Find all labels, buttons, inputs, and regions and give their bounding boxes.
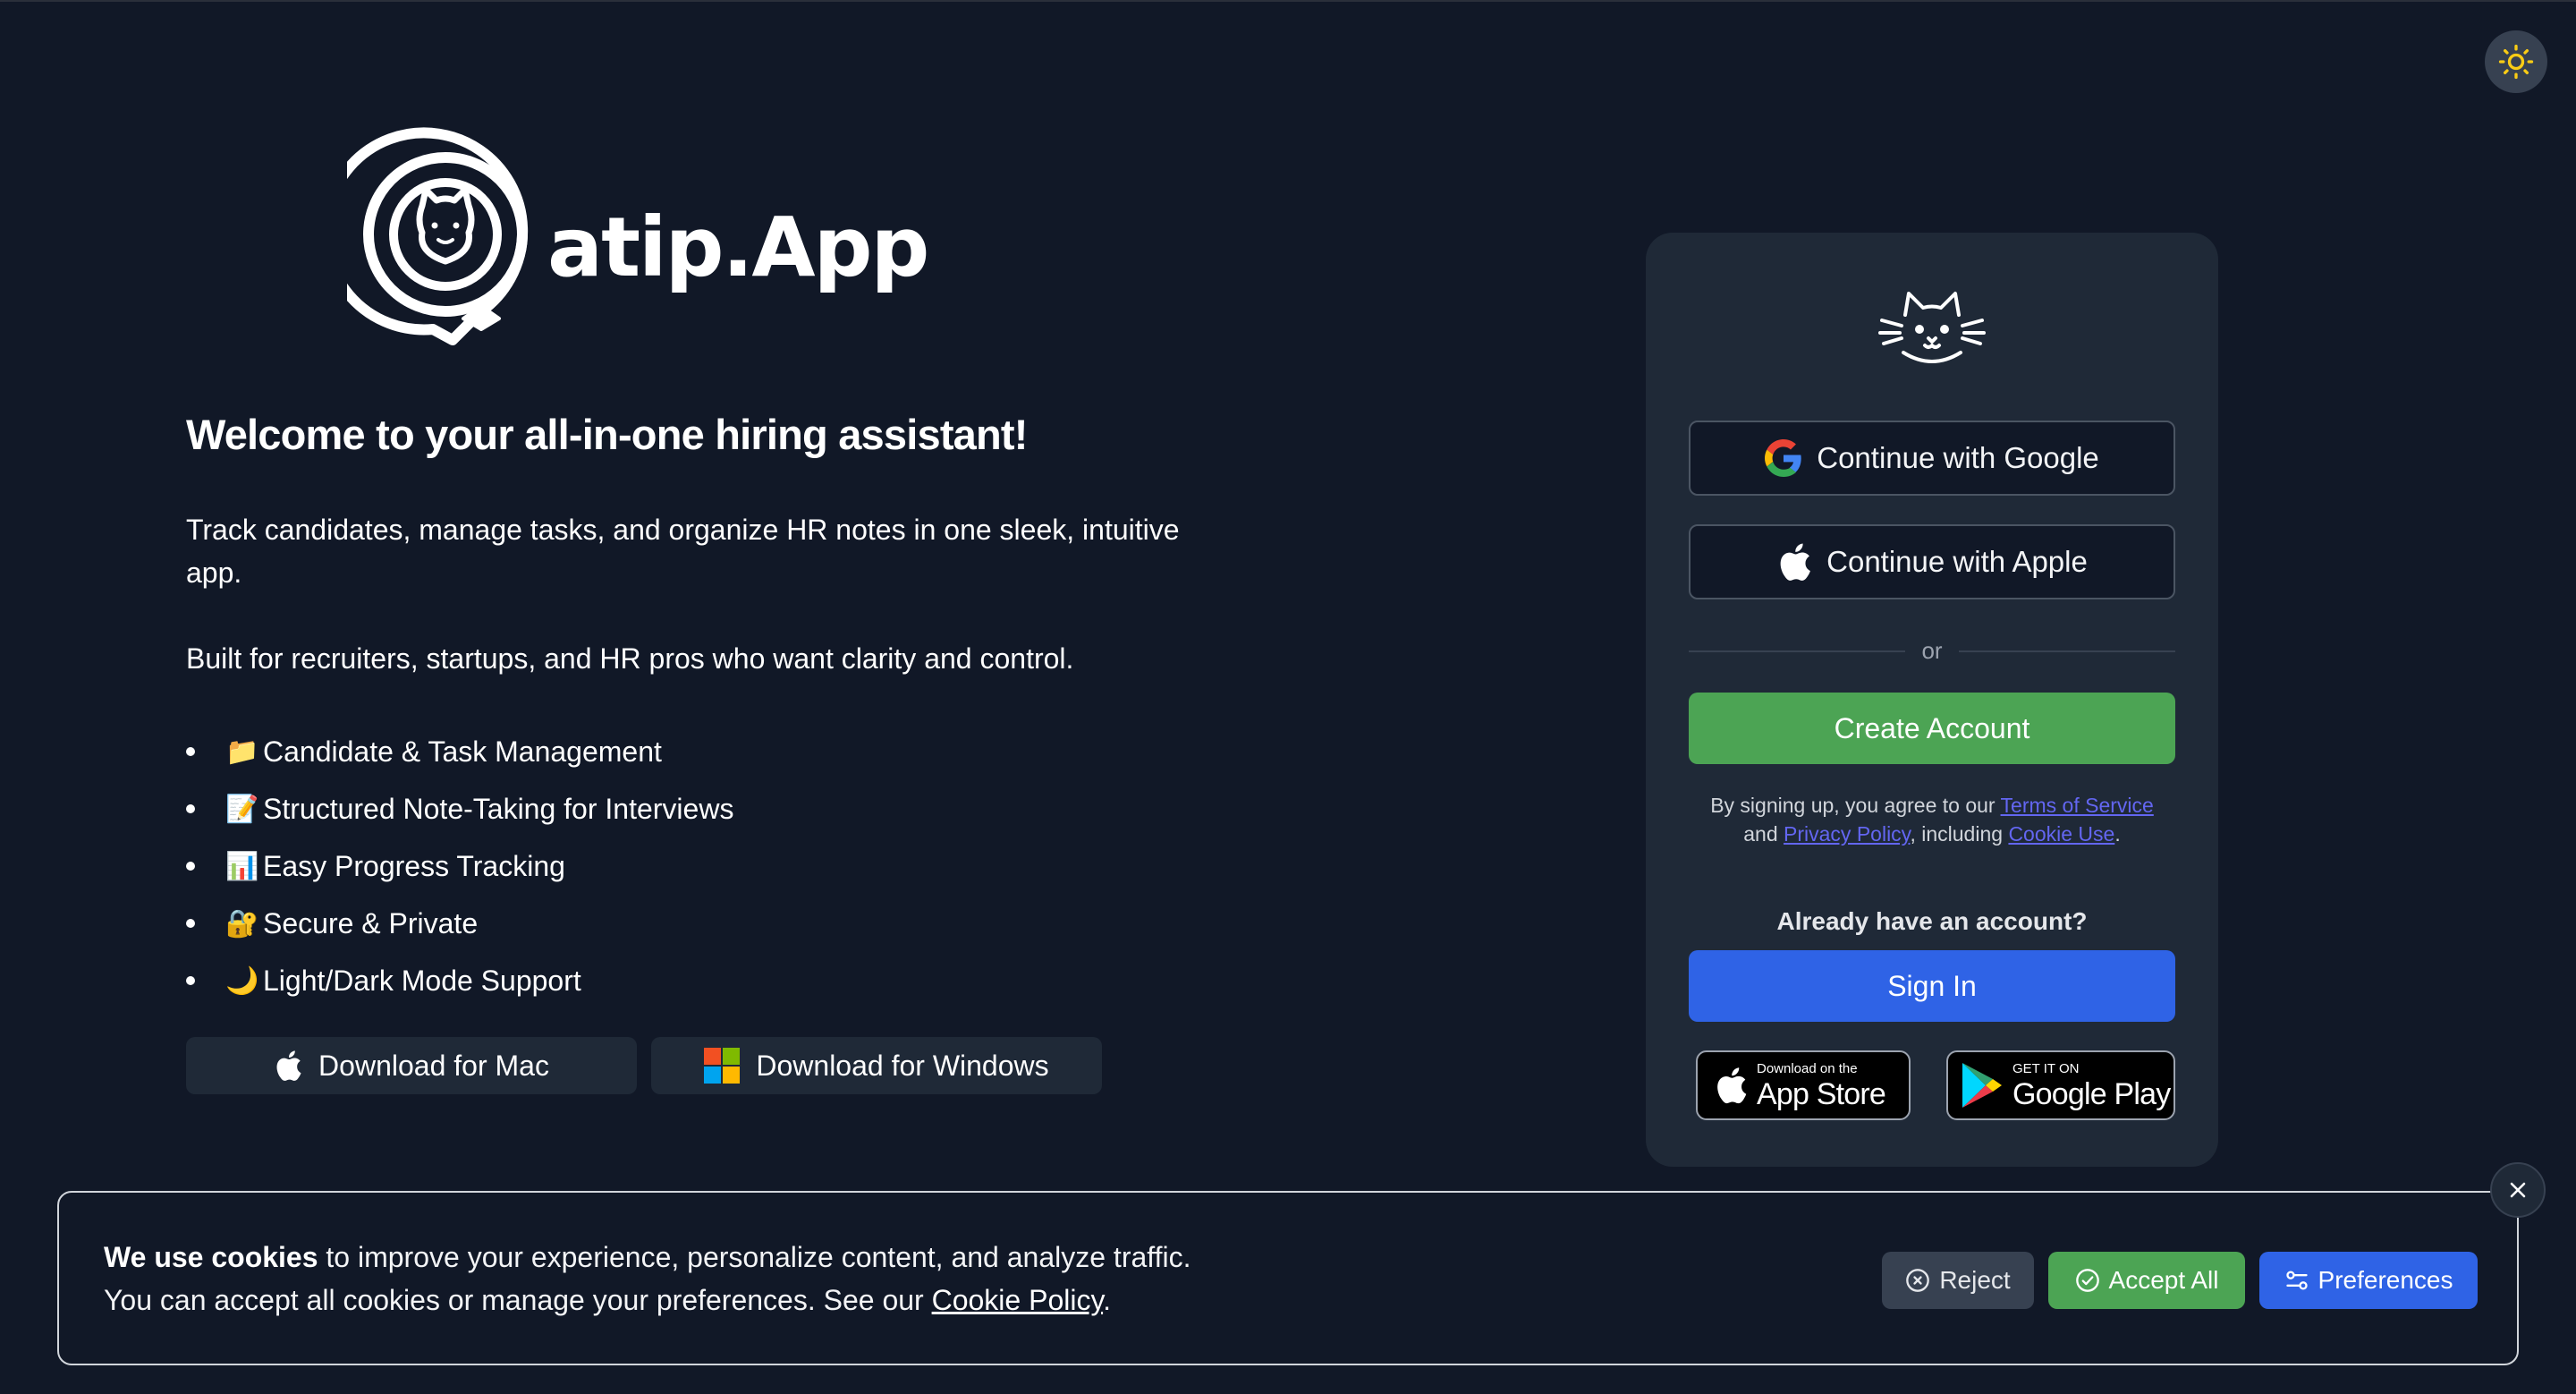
feature-label: Secure & Private <box>263 906 479 939</box>
accept-all-label: Accept All <box>2108 1266 2219 1294</box>
google-icon <box>1765 439 1802 477</box>
windows-icon <box>704 1048 741 1084</box>
download-windows-button[interactable]: Download for Windows <box>651 1037 1102 1094</box>
folder-icon: 📁 <box>225 736 259 767</box>
reject-label: Reject <box>1939 1266 2011 1294</box>
feature-item: 📝 Structured Note-Taking for Interviews <box>186 780 733 837</box>
hero-audience: Built for recruiters, startups, and HR p… <box>186 642 1074 675</box>
feature-label: Easy Progress Tracking <box>263 849 565 882</box>
logo-mark-icon <box>347 127 553 360</box>
logo-text: atip.App <box>547 199 929 295</box>
create-account-button[interactable]: Create Account <box>1689 693 2175 764</box>
theme-toggle-button[interactable] <box>2485 30 2547 93</box>
privacy-policy-link[interactable]: Privacy Policy <box>1784 822 1910 846</box>
auth-card: Continue with Google Continue with Apple… <box>1646 233 2218 1167</box>
cookie-message: We use cookies to improve your experienc… <box>104 1236 1445 1322</box>
apple-label: Continue with Apple <box>1826 545 2088 578</box>
feature-item: 📊 Easy Progress Tracking <box>186 837 733 895</box>
terms-of-service-link[interactable]: Terms of Service <box>2001 794 2154 817</box>
feature-label: Light/Dark Mode Support <box>263 964 581 997</box>
google-play-small: GET IT ON <box>2012 1060 2080 1076</box>
apple-icon <box>1776 541 1812 582</box>
terms-notice: By signing up, you agree to our Terms of… <box>1699 791 2165 848</box>
sliders-icon <box>2284 1268 2309 1293</box>
chart-icon: 📊 <box>225 851 259 881</box>
feature-list: 📁 Candidate & Task Management 📝 Structured… <box>186 723 733 1009</box>
x-circle-icon <box>1905 1268 1930 1293</box>
feature-item: 🌙 Light/Dark Mode Support <box>186 952 733 1009</box>
divider-line <box>1689 650 1906 652</box>
or-divider: or <box>1689 637 2175 665</box>
google-play-icon <box>1961 1061 2004 1109</box>
hero-description: Track candidates, manage tasks, and orga… <box>186 514 1180 589</box>
bullet <box>186 976 195 985</box>
apple-icon <box>274 1049 302 1083</box>
feature-label: Structured Note-Taking for Interviews <box>263 792 734 825</box>
google-play-big: Google Play <box>2012 1076 2171 1111</box>
bullet <box>186 747 195 756</box>
close-icon <box>2507 1179 2529 1201</box>
accept-all-cookies-button[interactable]: Accept All <box>2048 1252 2245 1309</box>
feature-label: Candidate & Task Management <box>263 735 662 768</box>
reject-cookies-button[interactable]: Reject <box>1882 1252 2034 1309</box>
continue-with-google-button[interactable]: Continue with Google <box>1689 421 2175 496</box>
continue-with-apple-button[interactable]: Continue with Apple <box>1689 524 2175 599</box>
create-account-label: Create Account <box>1834 711 2030 744</box>
cookie-preferences-button[interactable]: Preferences <box>2259 1252 2478 1309</box>
sign-in-button[interactable]: Sign In <box>1689 950 2175 1022</box>
lock-icon: 🔐 <box>225 908 259 939</box>
page-title: Welcome to your all-in-one hiring assist… <box>186 411 1028 458</box>
app-store-big: App Store <box>1757 1076 1886 1111</box>
terms-and: and <box>1743 822 1784 846</box>
feature-item: 🔐 Secure & Private <box>186 895 733 952</box>
close-cookie-banner-button[interactable] <box>2490 1162 2546 1218</box>
google-label: Continue with Google <box>1817 441 2099 474</box>
cat-icon <box>1878 288 1986 373</box>
terms-prefix: By signing up, you agree to our <box>1710 794 2001 817</box>
cookie-use-link[interactable]: Cookie Use <box>2008 822 2114 846</box>
download-mac-label: Download for Mac <box>318 1049 549 1082</box>
cookie-line1: to improve your experience, personalize … <box>318 1241 1191 1273</box>
app-logo: atip.App <box>347 127 929 360</box>
cookie-banner: We use cookies to improve your experienc… <box>57 1191 2519 1365</box>
app-store-small: Download on the <box>1757 1060 1858 1076</box>
cookie-bold: We use cookies <box>104 1241 318 1273</box>
or-label: or <box>1921 637 1943 664</box>
moon-icon: 🌙 <box>225 965 259 996</box>
google-play-badge[interactable]: GET IT ON Google Play <box>1946 1050 2175 1120</box>
app-store-badge[interactable]: Download on the App Store <box>1696 1050 1911 1120</box>
memo-icon: 📝 <box>225 794 259 824</box>
terms-including: , including <box>1910 822 2009 846</box>
apple-icon <box>1714 1065 1748 1106</box>
download-mac-button[interactable]: Download for Mac <box>186 1037 637 1094</box>
sun-icon <box>2498 44 2534 80</box>
download-windows-label: Download for Windows <box>756 1049 1049 1082</box>
terms-suffix: . <box>2114 822 2121 846</box>
feature-item: 📁 Candidate & Task Management <box>186 723 733 780</box>
cookie-line2: You can accept all cookies or manage you… <box>104 1284 932 1316</box>
bullet <box>186 919 195 928</box>
check-circle-icon <box>2075 1268 2100 1293</box>
have-account-label: Already have an account? <box>1776 907 2088 935</box>
bullet <box>186 804 195 813</box>
sign-in-label: Sign In <box>1887 969 1977 1002</box>
bullet <box>186 862 195 871</box>
cookie-line2-end: . <box>1103 1284 1111 1316</box>
preferences-label: Preferences <box>2318 1266 2453 1294</box>
divider-line <box>1958 650 2175 652</box>
cookie-policy-link[interactable]: Cookie Policy <box>932 1284 1103 1316</box>
